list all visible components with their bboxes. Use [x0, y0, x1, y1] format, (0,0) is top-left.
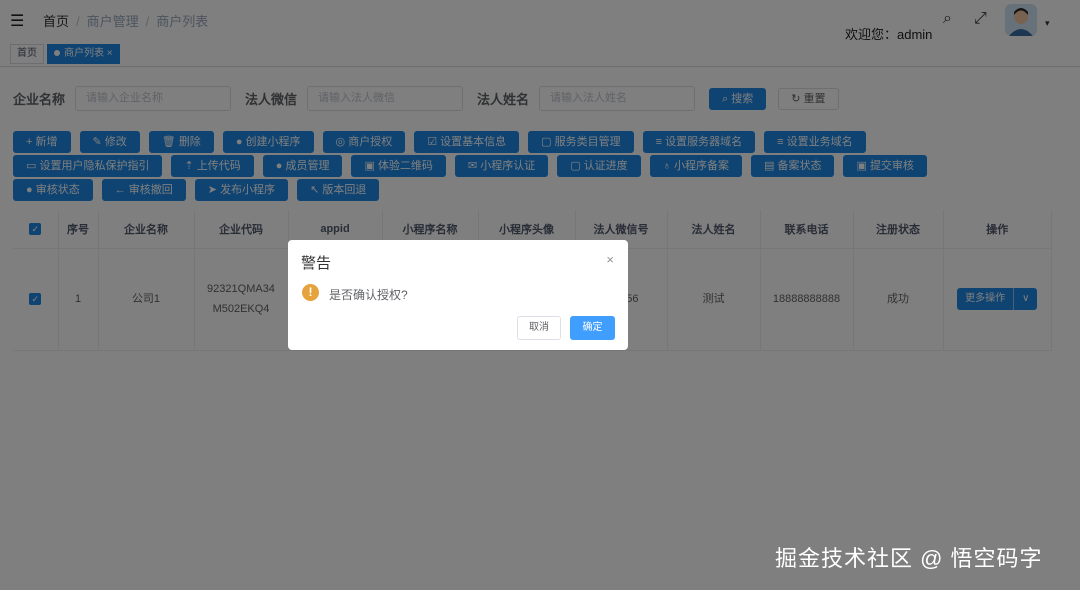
confirm-dialog: 警告 × ! 是否确认授权? 取消 确定: [288, 240, 628, 350]
cancel-button[interactable]: 取消: [517, 316, 561, 340]
watermark: 掘金技术社区 @ 悟空码字: [775, 541, 1043, 573]
dialog-title: 警告: [301, 252, 331, 273]
close-icon[interactable]: ×: [606, 252, 614, 267]
warning-icon: !: [302, 284, 319, 301]
dialog-message: 是否确认授权?: [329, 286, 408, 303]
confirm-button[interactable]: 确定: [570, 316, 615, 340]
